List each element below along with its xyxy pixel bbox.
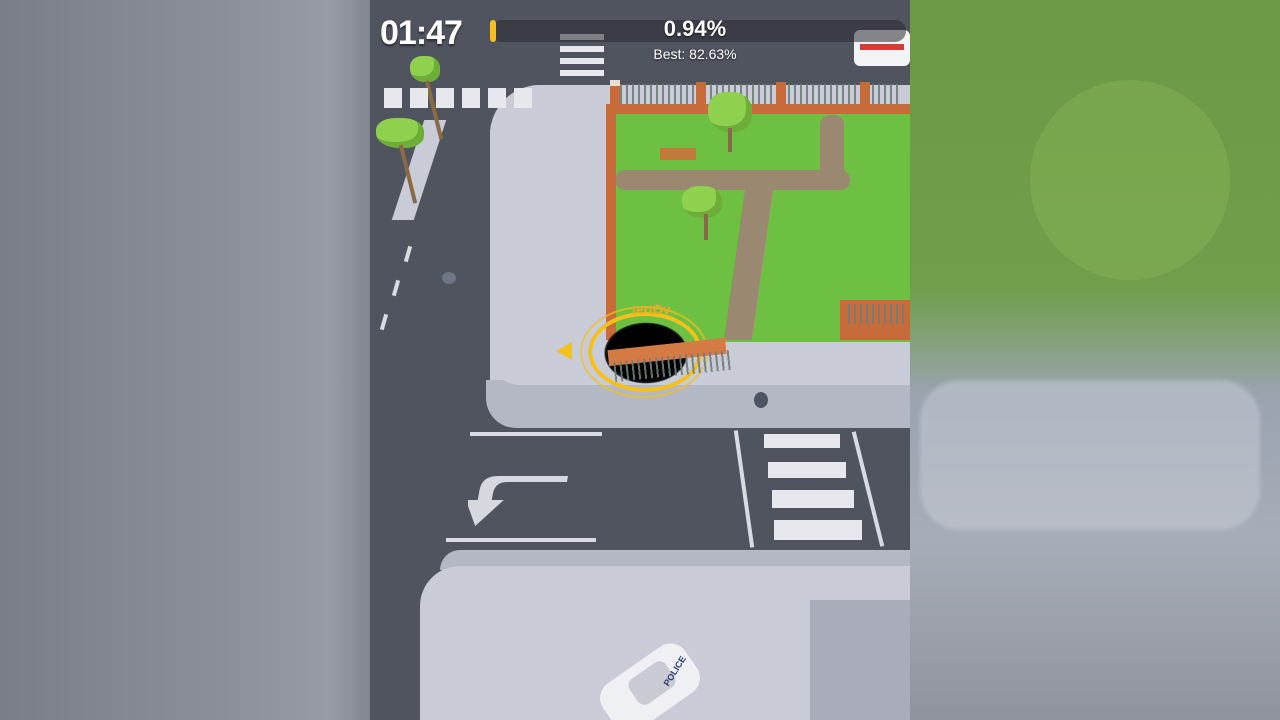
park-path <box>615 170 850 190</box>
progress-bar-fill <box>490 20 496 42</box>
best-score-label: Best: 82.63% <box>653 46 737 62</box>
park-fence <box>620 84 900 104</box>
road-turn-arrow <box>468 476 568 526</box>
park-wall-left <box>606 104 616 340</box>
direction-arrow-icon <box>556 342 572 360</box>
progress-percent: 0.94% <box>663 16 727 41</box>
curb <box>486 380 910 428</box>
manhole-cover <box>442 272 456 284</box>
timer: 01:47 <box>380 14 463 52</box>
park-bench <box>660 148 696 160</box>
blurred-backdrop-left <box>0 0 370 720</box>
rock <box>754 392 768 408</box>
player-name-label: tertOv <box>632 302 671 317</box>
building-steps <box>810 600 910 720</box>
game-viewport[interactable]: POLICE tertOv 01:47 0.94% Best: 82.63% <box>370 0 910 720</box>
police-car: POLICE <box>590 636 708 720</box>
blurred-backdrop-right <box>910 0 1280 720</box>
